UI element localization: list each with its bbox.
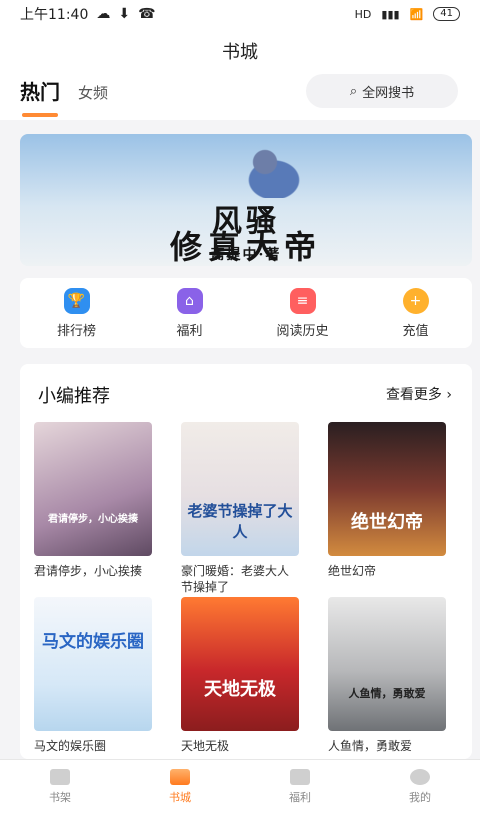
nav-label: 我的 bbox=[409, 790, 431, 804]
book-card[interactable]: 天地无极 天地无极 bbox=[181, 597, 299, 770]
bookshelf-icon bbox=[50, 768, 70, 785]
view-more-link[interactable]: 查看更多 › bbox=[386, 384, 452, 404]
book-cover: 绝世幻帝 bbox=[328, 422, 446, 556]
book-title: 豪门暖婚：老婆大人节操掉了 bbox=[181, 564, 290, 594]
book-card[interactable]: 老婆节操掉了大人 豪门暖婚：老婆大人节操掉了 bbox=[181, 422, 299, 595]
signal-label: HD bbox=[354, 7, 372, 21]
tab-female[interactable]: 女频 bbox=[78, 82, 108, 105]
banner-character-image bbox=[220, 138, 310, 198]
profile-icon bbox=[410, 768, 430, 785]
nav-label: 福利 bbox=[289, 790, 311, 804]
quick-link-label: 充值 bbox=[402, 323, 429, 339]
battery-indicator: 41 bbox=[433, 7, 460, 21]
history-icon: ≡ bbox=[289, 287, 316, 314]
bookstore-icon bbox=[170, 768, 190, 785]
chevron-right-icon: › bbox=[446, 387, 452, 403]
active-tab-indicator bbox=[22, 113, 58, 117]
phone-icon: ☎ bbox=[138, 6, 156, 22]
status-time: 上午11:40 bbox=[20, 7, 89, 23]
status-bar: 上午11:40 ☁ ⬇ ☎ HD ▮▮▮ 📶 41 bbox=[0, 0, 480, 28]
search-label: 全网搜书 bbox=[362, 85, 415, 101]
page-title: 书城 bbox=[222, 42, 258, 63]
nav-welfare[interactable]: 福利 bbox=[260, 768, 340, 805]
signal-icon: ▮▮▮ bbox=[381, 7, 400, 21]
quick-link-recharge[interactable]: + 充值 bbox=[366, 287, 466, 339]
quick-link-label: 排行榜 bbox=[56, 323, 96, 339]
quick-link-ranking[interactable]: 🏆 排行榜 bbox=[27, 287, 127, 339]
quick-links: 🏆 排行榜 ⌂ 福利 ≡ 阅读历史 + 充值 bbox=[20, 278, 472, 348]
quick-link-history[interactable]: ≡ 阅读历史 bbox=[253, 287, 353, 339]
quick-link-label: 福利 bbox=[176, 323, 203, 339]
download-icon: ⬇ bbox=[118, 6, 131, 22]
wifi-icon: 📶 bbox=[409, 7, 424, 21]
nav-bookstore[interactable]: 书城 bbox=[140, 768, 220, 805]
section-title: 小编推荐 bbox=[38, 386, 110, 407]
search-icon: ⌕ bbox=[349, 83, 358, 99]
tab-bar: 热门 女频 bbox=[20, 76, 108, 105]
nav-profile[interactable]: 我的 bbox=[380, 768, 460, 805]
book-cover: 马文的娱乐圈 bbox=[34, 597, 152, 731]
editor-recommendations: 小编推荐 查看更多 › 君请停步，小心挨揍 君请停步，小心挨揍 老婆节操掉了大人… bbox=[20, 364, 472, 759]
nav-label: 书城 bbox=[169, 790, 191, 804]
nav-label: 书架 bbox=[49, 790, 71, 804]
book-card[interactable]: 绝世幻帝 绝世幻帝 bbox=[328, 422, 446, 595]
book-card[interactable]: 马文的娱乐圈 马文的娱乐圈 bbox=[34, 597, 152, 770]
welfare-icon bbox=[290, 768, 310, 785]
quick-link-welfare[interactable]: ⌂ 福利 bbox=[140, 287, 240, 339]
banner-author: 斋提中·著 bbox=[210, 247, 282, 263]
top-bar: 书城 热门 女频 ⌕ 全网搜书 bbox=[0, 28, 480, 120]
gift-icon: ⌂ bbox=[176, 287, 203, 314]
book-cover: 天地无极 bbox=[181, 597, 299, 731]
book-cover: 老婆节操掉了大人 bbox=[181, 422, 299, 556]
book-title: 君请停步，小心挨揍 bbox=[34, 564, 143, 578]
bottom-navigation: 书架 书城 福利 我的 bbox=[0, 759, 480, 813]
view-more-label: 查看更多 bbox=[385, 387, 442, 403]
quick-link-label: 阅读历史 bbox=[276, 323, 329, 339]
cloud-icon: ☁ bbox=[96, 6, 111, 22]
coin-icon: + bbox=[402, 287, 429, 314]
trophy-icon: 🏆 bbox=[63, 287, 90, 314]
book-cover: 人鱼情，勇敢爱 bbox=[328, 597, 446, 731]
nav-bookshelf[interactable]: 书架 bbox=[20, 768, 100, 805]
book-cover: 君请停步，小心挨揍 bbox=[34, 422, 152, 556]
book-card[interactable]: 人鱼情，勇敢爱 人鱼情，勇敢爱 bbox=[328, 597, 446, 770]
tab-hot[interactable]: 热门 bbox=[20, 76, 60, 105]
search-button[interactable]: ⌕ 全网搜书 bbox=[306, 74, 458, 108]
book-title: 绝世幻帝 bbox=[328, 564, 377, 578]
book-card[interactable]: 君请停步，小心挨揍 君请停步，小心挨揍 bbox=[34, 422, 152, 595]
featured-banner[interactable]: 风骚 修真大帝 斋提中·著 bbox=[20, 134, 472, 266]
